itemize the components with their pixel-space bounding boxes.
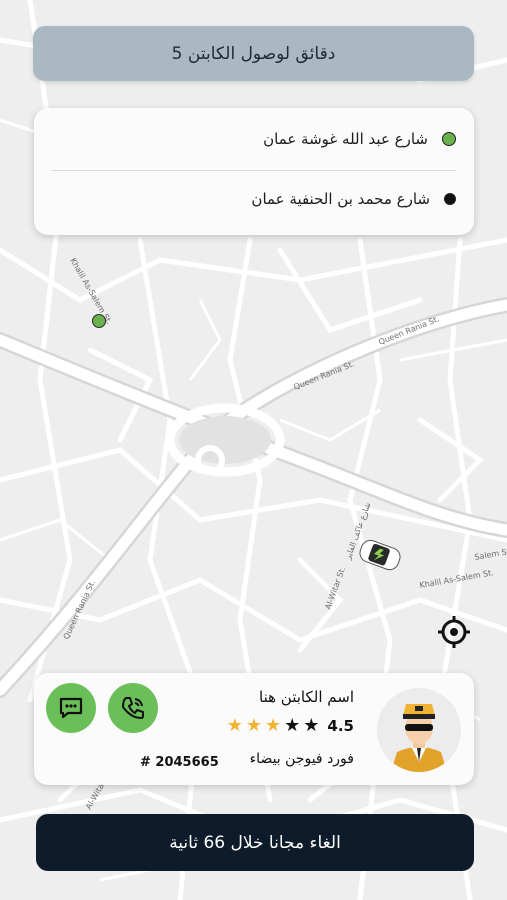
captain-card: اسم الكابتن هنا 4.5 ★ ★ ★ ★ ★ فورد فيوجن… [34,673,474,785]
dropoff-row[interactable]: شارع محمد بن الحنفية عمان [251,190,456,208]
star-icon: ★ [265,715,282,736]
pickup-address: شارع عبد الله غوشة عمان [263,130,428,148]
captain-name: اسم الكابتن هنا [259,688,354,706]
car-model: فورد فيوجن بيضاء [249,751,354,767]
chat-icon [59,697,83,719]
star-icon: ★ [245,715,262,736]
rating-value: 4.5 [327,717,354,735]
dropoff-dot-icon [444,193,456,205]
cancel-label: الغاء مجانا خلال 66 ثانية [169,832,341,853]
eta-text: 5 دقائق لوصول الكابتن [171,43,336,64]
eta-banner: 5 دقائق لوصول الكابتن [33,26,474,81]
star-icon: ★ [284,715,301,736]
crosshair-icon [438,616,470,648]
route-card: شارع عبد الله غوشة عمان شارع محمد بن الح… [34,108,474,235]
cancel-ride-button[interactable]: الغاء مجانا خلال 66 ثانية [36,814,474,871]
locate-me-button[interactable] [436,614,472,650]
captain-avatar [377,688,461,772]
phone-icon [122,697,144,719]
pickup-row[interactable]: شارع عبد الله غوشة عمان [263,130,456,148]
star-icon: ★ [303,715,320,736]
star-icon: ★ [226,715,243,736]
plate-number: # 2045665 [140,755,219,770]
rating-stars: ★ ★ ★ ★ ★ [227,717,320,735]
chat-button[interactable] [46,683,96,733]
pickup-dot-icon [442,132,456,146]
pickup-pin-icon [92,314,106,328]
rating-row: 4.5 ★ ★ ★ ★ ★ [227,717,354,736]
dropoff-address: شارع محمد بن الحنفية عمان [251,190,430,208]
route-divider [52,170,456,171]
captain-avatar-icon [377,688,461,772]
call-button[interactable] [108,683,158,733]
